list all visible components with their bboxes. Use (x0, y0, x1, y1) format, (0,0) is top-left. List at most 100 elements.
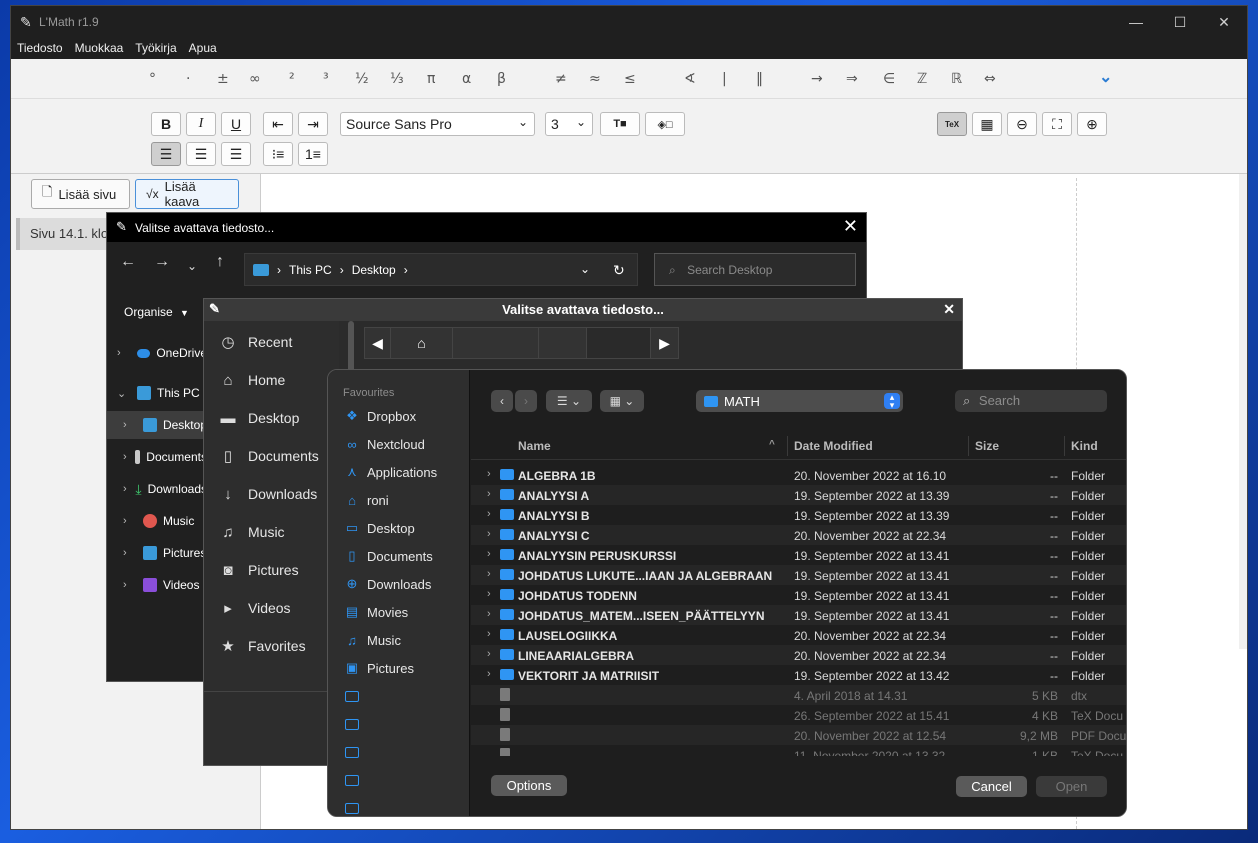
column-kind[interactable]: Kind (1071, 439, 1098, 453)
fav-music[interactable]: ♫ Music (343, 629, 401, 651)
fullscreen-button[interactable]: ⛶ (1042, 112, 1072, 136)
symbol-button[interactable]: ⇔ (984, 71, 996, 87)
column-size[interactable]: Size (975, 439, 999, 453)
disclosure-triangle-icon[interactable]: › (487, 528, 491, 540)
table-row[interactable]: 20. November 2022 at 12.54 9,2 MB PDF Docu (471, 725, 1126, 745)
bold-button[interactable]: B (151, 112, 181, 136)
tree-item-downloads[interactable]: › ⤓ Downloads (107, 475, 207, 503)
options-button[interactable]: Options (491, 775, 567, 796)
menu-file[interactable]: Tiedosto (17, 38, 69, 59)
folder-icon[interactable] (345, 747, 359, 758)
tree-item-videos[interactable]: › Videos (107, 571, 207, 599)
disclosure-triangle-icon[interactable]: › (487, 588, 491, 600)
tree-item-onedrive[interactable]: › OneDrive (107, 339, 207, 367)
back-button[interactable]: ‹ (491, 390, 513, 412)
fav-desktop[interactable]: ▭ Desktop (343, 517, 415, 539)
place-desktop[interactable]: ▬ Desktop (218, 405, 300, 431)
breadcrumb-this-pc[interactable]: This PC (289, 263, 332, 277)
table-row[interactable]: › VEKTORIT JA MATRIISIT 19. September 2022… (471, 665, 1126, 685)
editor-scrollbar[interactable] (1239, 174, 1247, 649)
symbol-button[interactable]: ≠ (555, 71, 567, 87)
disclosure-triangle-icon[interactable]: › (487, 468, 491, 480)
close-button[interactable]: ✕ (1201, 6, 1247, 38)
place-pictures[interactable]: ◙ Pictures (218, 557, 298, 583)
text-color-button[interactable]: T■ (600, 112, 640, 136)
address-bar[interactable]: › This PC › Desktop › ⌄ ↻ (244, 253, 638, 286)
open-button[interactable]: Open (1036, 776, 1107, 797)
folder-icon[interactable] (345, 719, 359, 730)
path-segment[interactable] (587, 328, 651, 358)
place-recent[interactable]: ◷ Recent (218, 329, 292, 355)
disclosure-triangle-icon[interactable]: › (487, 548, 491, 560)
table-row[interactable]: 26. September 2022 at 15.41 4 KB TeX Docu (471, 705, 1126, 725)
folder-icon[interactable] (345, 803, 359, 814)
up-arrow-icon[interactable]: ↑ (216, 253, 224, 271)
chevron-down-icon[interactable]: ⌄ (580, 262, 590, 276)
minimize-button[interactable]: — (1113, 6, 1159, 38)
organise-button[interactable]: Organise ▼ (124, 305, 189, 319)
symbol-button[interactable]: ≈ (589, 71, 601, 87)
symbol-button[interactable]: → (811, 71, 823, 87)
align-right-button[interactable]: ☰ (221, 142, 251, 166)
font-select[interactable]: Source Sans Pro ⌄ (340, 112, 535, 136)
place-favorites[interactable]: ★ Favorites (218, 633, 305, 659)
fill-color-button[interactable]: ◈□ (645, 112, 685, 136)
place-documents[interactable]: ▯ Documents (218, 443, 319, 469)
symbol-button[interactable]: ½ (355, 71, 369, 87)
tree-item-documents[interactable]: › Documents (107, 443, 207, 471)
menu-workbook[interactable]: Työkirja (135, 38, 182, 59)
symbol-button[interactable]: ³ (323, 71, 329, 87)
symbol-button[interactable]: π (427, 71, 435, 87)
path-forward-button[interactable]: ▶ (651, 328, 678, 358)
grid-view-button[interactable]: ▦ ⌄ (600, 390, 644, 412)
place-videos[interactable]: ▸ Videos (218, 595, 290, 621)
symbol-button[interactable]: ± (217, 71, 229, 87)
fav-pictures[interactable]: ▣ Pictures (343, 657, 414, 679)
path-back-button[interactable]: ◀ (365, 328, 391, 358)
table-row[interactable]: › LINEAARIALGEBRA 20. November 2022 at 22.… (471, 645, 1126, 665)
path-home-button[interactable]: ⌂ (391, 328, 453, 358)
close-icon[interactable]: ✕ (943, 301, 955, 318)
fav-dropbox[interactable]: ❖ Dropbox (343, 405, 416, 427)
add-page-button[interactable]: 🗋 Lisää sivu (31, 179, 130, 209)
symbol-button[interactable]: ° (149, 71, 156, 87)
fav-documents[interactable]: ▯ Documents (343, 545, 432, 567)
forward-button[interactable]: › (515, 390, 537, 412)
folder-icon[interactable] (345, 691, 359, 702)
symbol-button[interactable]: ≤ (624, 71, 636, 87)
align-left-button[interactable]: ☰ (151, 142, 181, 166)
fav-movies[interactable]: ▤ Movies (343, 601, 408, 623)
tree-item-desktop[interactable]: › Desktop (107, 411, 207, 439)
symbol-button[interactable]: ⇒ (846, 71, 858, 87)
place-downloads[interactable]: ↓ Downloads (218, 481, 317, 507)
size-select[interactable]: 3 ⌄ (545, 112, 593, 136)
refresh-icon[interactable]: ↻ (613, 262, 625, 279)
fav-roni[interactable]: ⌂ roni (343, 489, 389, 511)
cancel-button[interactable]: Cancel (956, 776, 1027, 797)
expand-chevron-icon[interactable]: ⌄ (1099, 67, 1112, 87)
table-row[interactable]: › JOHDATUS TODENN 19. September 2022 at 13… (471, 585, 1126, 605)
disclosure-triangle-icon[interactable]: › (487, 568, 491, 580)
folder-icon[interactable] (345, 775, 359, 786)
fav-downloads[interactable]: ⊕ Downloads (343, 573, 432, 595)
symbol-button[interactable]: ² (289, 71, 295, 87)
bullet-list-button[interactable]: ⁝≡ (263, 142, 293, 166)
column-date[interactable]: Date Modified (794, 439, 873, 453)
search-input[interactable]: ⌕ Search (955, 390, 1107, 412)
menu-help[interactable]: Apua (189, 38, 223, 59)
tree-item-pictures[interactable]: › Pictures (107, 539, 207, 567)
symbol-button[interactable]: ∞ (249, 71, 261, 87)
disclosure-triangle-icon[interactable]: › (487, 648, 491, 660)
numbered-list-button[interactable]: 1≡ (298, 142, 328, 166)
symbol-button[interactable]: α (462, 71, 471, 87)
outdent-button[interactable]: ⇤ (263, 112, 293, 136)
table-row[interactable]: › ANALYYSI A 19. September 2022 at 13.39 --… (471, 485, 1126, 505)
table-row[interactable]: › JOHDATUS LUKUTE...IAAN JA ALGEBRAAN 19. … (471, 565, 1126, 585)
close-icon[interactable]: ✕ (843, 216, 858, 237)
disclosure-triangle-icon[interactable]: › (487, 508, 491, 520)
menu-edit[interactable]: Muokkaa (75, 38, 130, 59)
path-segment[interactable] (453, 328, 539, 358)
back-arrow-icon[interactable]: ← (120, 253, 136, 271)
breadcrumb-desktop[interactable]: Desktop (352, 263, 396, 277)
place-home[interactable]: ⌂ Home (218, 367, 285, 393)
